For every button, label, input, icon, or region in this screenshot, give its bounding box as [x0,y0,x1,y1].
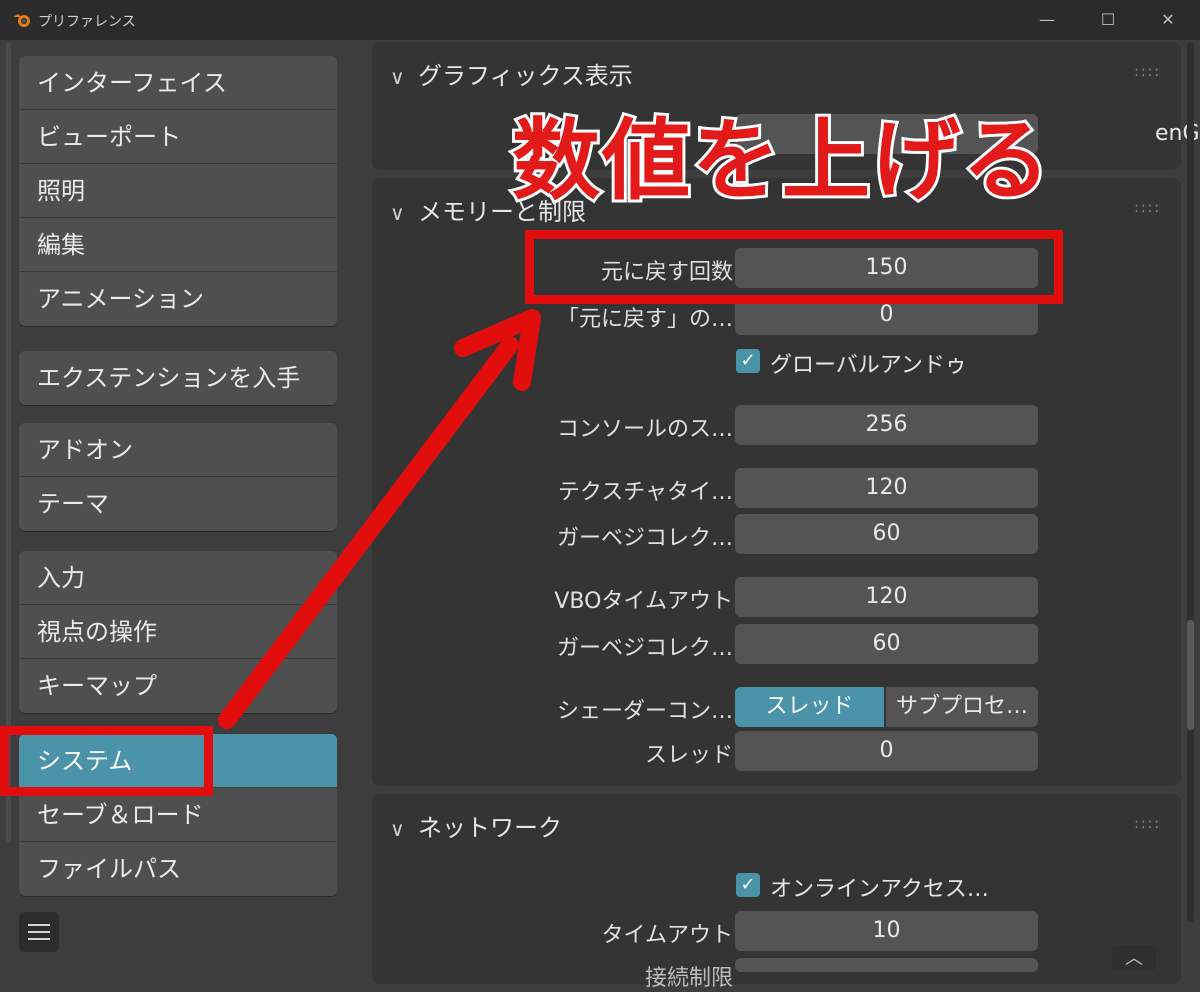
sidebar-item-lighting[interactable]: 照明 [19,164,337,218]
vbo-gc-label: ガーベジコレク… [556,636,733,661]
threads-field[interactable]: 0 [735,731,1038,771]
drag-handle-icon[interactable]: :::: [1134,64,1161,80]
sidebar-item-get-extensions[interactable]: エクステンションを入手 [19,351,337,405]
window-titlebar: プリファレンス — ☐ ✕ [0,0,1200,40]
sidebar-scrollbar[interactable] [6,42,11,842]
texture-gc-label: ガーベジコレク… [556,526,733,551]
chevron-down-icon: ∨ [390,201,405,225]
sidebar-item-addons[interactable]: アドオン [19,423,337,477]
sidebar-item-animation[interactable]: アニメーション [19,272,337,326]
close-icon[interactable]: ✕ [1155,8,1181,32]
undo-memory-label: 「元に戻す」の… [556,307,733,332]
global-undo-checkbox[interactable]: ✓ [736,349,760,373]
maximize-icon[interactable]: ☐ [1095,8,1121,32]
global-undo-label: グローバルアンドゥ [770,353,967,378]
sidebar-item-keymap[interactable]: キーマップ [19,659,337,713]
sidebar-item-input[interactable]: 入力 [19,551,337,605]
sidebar-item-navigation[interactable]: 視点の操作 [19,605,337,659]
sidebar-group-addons: アドオン テーマ [19,423,337,531]
drag-handle-icon[interactable]: :::: [1134,200,1161,216]
minimize-icon[interactable]: — [1034,8,1060,32]
blender-logo-icon [13,14,30,27]
sidebar-group-extensions: エクステンションを入手 [19,351,337,405]
sidebar-group-interface: インターフェイス ビューポート 照明 編集 アニメーション [19,56,337,326]
shader-compile-subprocess-option[interactable]: サブプロセ… [886,687,1038,727]
content-scrollbar-track[interactable] [1187,42,1194,922]
timeout-field[interactable]: 10 [735,911,1038,951]
sidebar-group-input: 入力 視点の操作 キーマップ [19,551,337,713]
sidebar-item-themes[interactable]: テーマ [19,477,337,531]
texture-timeout-label: テクスチャタイ… [557,480,733,505]
panel-network-header[interactable]: ∨ ネットワーク [390,808,562,843]
sidebar-item-viewport[interactable]: ビューポート [19,110,337,164]
threads-label: スレッド [644,743,733,768]
connection-limit-label: 接続制限 [644,966,733,991]
sidebar-item-save-load[interactable]: セーブ＆ロード [19,788,337,842]
content-scrollbar-thumb[interactable] [1187,620,1194,730]
console-scrollback-label: コンソールのス… [556,417,733,442]
vbo-timeout-label: VBOタイムアウト [554,589,733,614]
vbo-gc-field[interactable]: 60 [735,624,1038,664]
texture-gc-field[interactable]: 60 [735,514,1038,554]
highlight-box-undo-steps [525,230,1063,304]
console-scrollback-field[interactable]: 256 [735,405,1038,445]
online-access-checkbox[interactable]: ✓ [736,873,760,897]
chevron-down-icon: ∨ [390,817,405,841]
drag-handle-icon[interactable]: :::: [1134,816,1161,832]
window-title: プリファレンス [38,14,136,30]
chevron-down-icon: ∨ [390,65,405,89]
online-access-label: オンラインアクセス… [770,877,989,902]
annotation-text: 数値を上げる [512,109,1053,212]
scroll-up-chevron-icon[interactable]: ︿ [1112,945,1156,970]
timeout-label: タイムアウト [601,923,733,948]
shader-compile-thread-option[interactable]: スレッド [735,687,884,727]
vbo-timeout-field[interactable]: 120 [735,577,1038,617]
sidebar-item-file-paths[interactable]: ファイルパス [19,842,337,896]
panel-graphics-header[interactable]: ∨ グラフィックス表示 [390,56,633,91]
sidebar-item-interface[interactable]: インターフェイス [19,56,337,110]
shader-compile-label: シェーダーコン… [556,699,733,724]
texture-timeout-field[interactable]: 120 [735,468,1038,508]
highlight-box-system [0,726,213,796]
sidebar-item-editing[interactable]: 編集 [19,218,337,272]
menu-hamburger-icon[interactable] [19,912,59,952]
